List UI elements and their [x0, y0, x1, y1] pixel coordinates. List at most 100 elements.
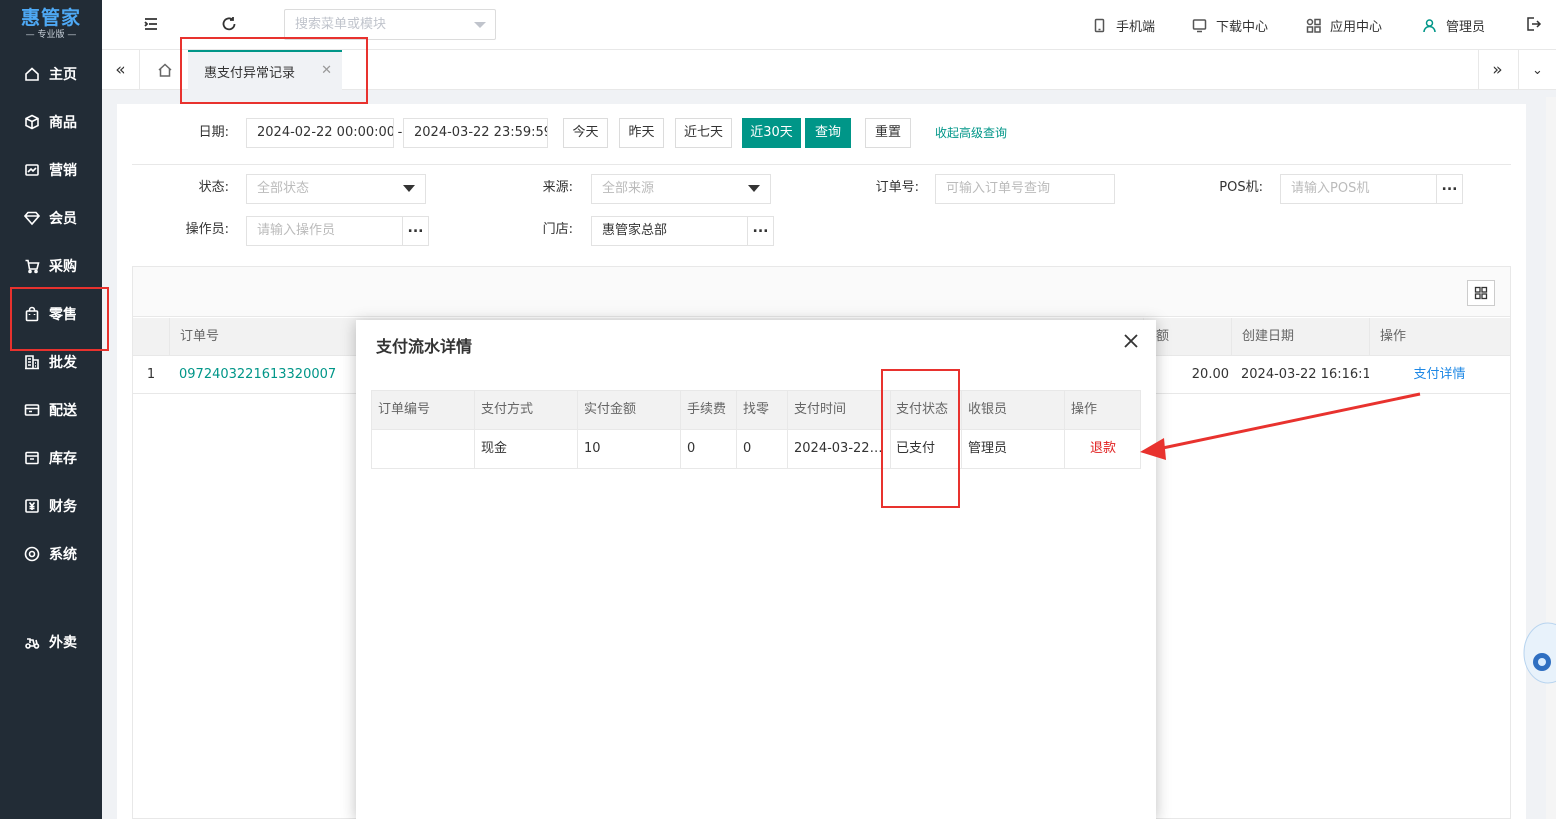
menu-search-select[interactable] — [284, 9, 496, 40]
today-button[interactable]: 今天 — [563, 118, 608, 148]
double-chevron-right-icon: » — [1492, 60, 1503, 80]
tabs-scroll-left-button[interactable]: « — [102, 50, 140, 90]
sidebar-item-label: 外卖 — [49, 635, 77, 651]
order-no-input[interactable]: 可输入订单号查询 — [935, 174, 1115, 204]
date-end-input[interactable]: 2024-03-22 23:59:59 — [403, 118, 548, 148]
query-button[interactable]: 查询 — [805, 118, 851, 148]
phone-icon — [1094, 18, 1105, 32]
sidebar-item-label: 配送 — [49, 403, 77, 419]
chevron-down-icon — [403, 185, 415, 192]
mobile-link[interactable]: 手机端 — [1092, 15, 1155, 35]
logout-button[interactable] — [1524, 15, 1542, 33]
th-amount: 额 — [1143, 318, 1233, 356]
operator-picker-button[interactable]: ... — [403, 216, 429, 246]
source-select-value: 全部来源 — [602, 181, 655, 196]
app-center-link[interactable]: 应用中心 — [1306, 15, 1382, 35]
date-start-input[interactable]: 2024-02-22 00:00:00 — [246, 118, 394, 148]
sidebar-item-system[interactable]: 系统 — [0, 530, 102, 578]
pos-picker-button[interactable]: ... — [1437, 174, 1463, 204]
menu-toggle-button[interactable] — [142, 15, 160, 33]
operator-label: 操作员: — [185, 222, 229, 237]
modal-title: 支付流水详情 — [376, 337, 473, 356]
user-menu[interactable]: 管理员 — [1422, 15, 1485, 35]
filter-divider — [132, 164, 1511, 165]
sidebar-item-label: 采购 — [49, 259, 77, 275]
collapse-advanced-link[interactable]: 收起高级查询 — [935, 118, 1007, 148]
mth-paid: 实付金额 — [578, 391, 681, 429]
status-label: 状态: — [198, 180, 229, 195]
operator-input[interactable]: 请输入操作员 — [246, 216, 403, 246]
mth-fee: 手续费 — [681, 391, 737, 429]
double-chevron-left-icon: « — [115, 60, 126, 80]
refresh-button[interactable] — [220, 15, 238, 33]
logo-text: 惠管家 — [20, 7, 81, 29]
page-scrollbar[interactable] — [1546, 97, 1556, 819]
store-label: 门店: — [542, 222, 573, 237]
store-picker-button[interactable]: ... — [748, 216, 774, 246]
cart-icon — [25, 259, 40, 274]
pos-input[interactable]: 请输入POS机 — [1280, 174, 1437, 204]
apps-icon — [1306, 18, 1321, 33]
payment-table-header: 订单编号 支付方式 实付金额 手续费 找零 支付时间 支付状态 收银员 操作 — [372, 391, 1140, 430]
chevron-down-icon — [474, 22, 486, 28]
mth-cashier: 收银员 — [962, 391, 1065, 429]
sidebar-item-retail[interactable]: 零售 — [0, 290, 102, 338]
mtd-cashier: 管理员 — [962, 430, 1065, 468]
assistant-robot-button[interactable] — [1522, 618, 1556, 688]
sidebar-item-wholesale[interactable]: 批发 — [0, 338, 102, 386]
status-select[interactable]: 全部状态 — [246, 174, 426, 204]
mtd-status: 已支付 — [891, 430, 962, 468]
th-created: 创建日期 — [1231, 318, 1369, 356]
diamond-icon — [24, 211, 40, 226]
sidebar-item-delivery[interactable]: 配送 — [0, 386, 102, 434]
reset-button[interactable]: 重置 — [865, 118, 911, 148]
sidebar-item-goods[interactable]: 商品 — [0, 98, 102, 146]
refund-button[interactable]: 退款 — [1065, 430, 1141, 468]
last-7-days-button[interactable]: 近七天 — [675, 118, 732, 148]
chart-icon — [25, 164, 39, 176]
table-row: 现金 10 0 0 2024-03-22 16:16:14 已支付 管理员 退款 — [372, 430, 1140, 468]
source-label: 来源: — [542, 180, 573, 195]
sidebar-item-takeout[interactable]: 外卖 — [0, 618, 102, 666]
payment-detail-link[interactable]: 支付详情 — [1369, 356, 1510, 394]
download-center-link[interactable]: 下载中心 — [1192, 15, 1268, 35]
tabs-menu-button[interactable]: ⌄ — [1518, 50, 1556, 90]
store-input[interactable]: 惠管家总部 — [591, 216, 748, 246]
modal-close-button[interactable] — [1122, 332, 1140, 350]
tab-home[interactable] — [146, 50, 184, 90]
payment-detail-modal: 支付流水详情 订单编号 支付方式 实付金额 手续费 找零 支付时间 支付状态 收… — [356, 320, 1156, 819]
app-logo[interactable]: 惠管家 — 专业版 — — [0, 0, 102, 48]
mtd-method: 现金 — [475, 430, 578, 468]
sidebar-item-home[interactable]: 主页 — [0, 50, 102, 98]
sidebar-item-label: 会员 — [49, 211, 77, 227]
tabs-scroll-right-button[interactable]: » — [1478, 50, 1516, 90]
mtd-change: 0 — [737, 430, 788, 468]
close-icon — [1124, 334, 1138, 348]
tab-payment-exceptions[interactable]: 惠支付异常记录 ✕ — [188, 50, 342, 90]
delivery-icon — [24, 404, 40, 416]
order-no-label: 订单号: — [875, 180, 919, 195]
home-icon — [25, 67, 39, 81]
takeout-icon — [25, 638, 40, 649]
inventory-icon — [25, 451, 39, 465]
monitor-icon — [1192, 18, 1207, 32]
sidebar-item-inventory[interactable]: 库存 — [0, 434, 102, 482]
close-icon[interactable]: ✕ — [321, 63, 332, 78]
sidebar-item-finance[interactable]: 财务 — [0, 482, 102, 530]
menu-search-input[interactable] — [285, 10, 465, 39]
mth-status: 支付状态 — [891, 391, 962, 429]
user-icon — [1423, 18, 1436, 32]
sidebar-item-member[interactable]: 会员 — [0, 194, 102, 242]
sidebar-item-purchase[interactable]: 采购 — [0, 242, 102, 290]
yesterday-button[interactable]: 昨天 — [619, 118, 664, 148]
column-settings-button[interactable] — [1467, 280, 1495, 306]
sidebar-item-label: 财务 — [49, 499, 77, 515]
last-30-days-button[interactable]: 近30天 — [742, 118, 801, 148]
mtd-paid: 10 — [578, 430, 681, 468]
sidebar-item-marketing[interactable]: 营销 — [0, 146, 102, 194]
mth-order-no: 订单编号 — [372, 391, 475, 429]
settings-icon — [24, 546, 40, 562]
sidebar-item-label: 主页 — [49, 67, 77, 83]
mth-method: 支付方式 — [475, 391, 578, 429]
source-select[interactable]: 全部来源 — [591, 174, 771, 204]
